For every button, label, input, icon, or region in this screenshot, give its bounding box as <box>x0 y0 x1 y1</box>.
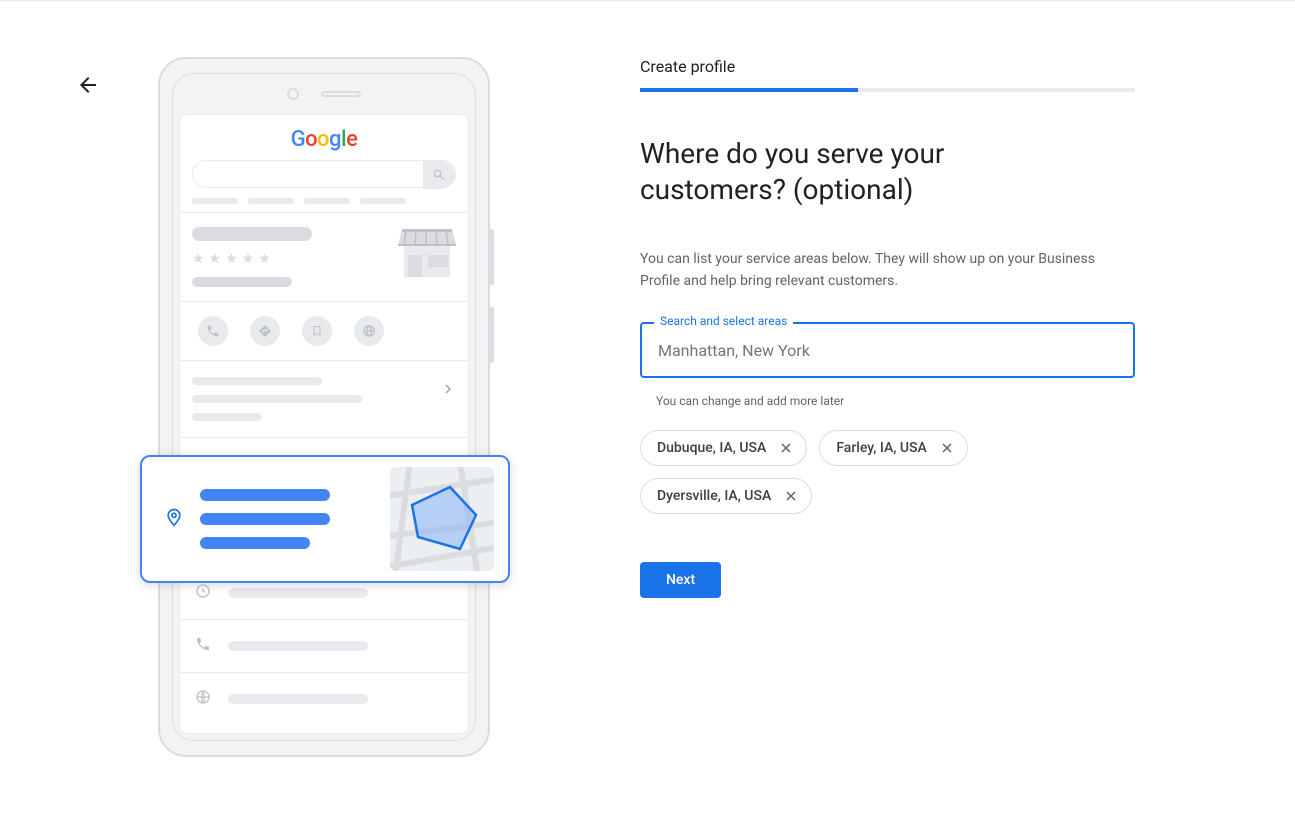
service-area-map-thumbnail <box>390 467 494 571</box>
search-icon <box>423 161 455 189</box>
clock-icon <box>194 583 212 603</box>
back-button[interactable] <box>76 73 100 97</box>
progress-bar <box>640 88 1135 92</box>
remove-chip-icon[interactable] <box>937 438 957 458</box>
service-area-highlight-card <box>140 455 510 583</box>
phone-outline-icon <box>194 636 212 656</box>
mock-search-bar <box>192 160 456 188</box>
service-area-search-input[interactable] <box>640 322 1135 378</box>
chip-label: Dyersville, IA, USA <box>657 488 771 504</box>
area-chip[interactable]: Dyersville, IA, USA <box>640 478 812 514</box>
page-headline: Where do you serve your customers? (opti… <box>640 136 1080 208</box>
next-button[interactable]: Next <box>640 562 721 598</box>
step-title: Create profile <box>640 57 1135 88</box>
selected-areas-chips: Dubuque, IA, USA Farley, IA, USA Dyersvi… <box>640 430 1135 514</box>
globe-icon <box>354 316 384 346</box>
remove-chip-icon[interactable] <box>781 486 801 506</box>
bookmark-icon <box>302 316 332 346</box>
progress-fill <box>640 88 858 92</box>
area-chip[interactable]: Farley, IA, USA <box>819 430 967 466</box>
chip-label: Farley, IA, USA <box>836 440 926 456</box>
phone-mockup: Google <box>158 57 490 757</box>
chip-label: Dubuque, IA, USA <box>657 440 766 456</box>
storefront-icon <box>398 225 456 279</box>
page-subtext: You can list your service areas below. T… <box>640 248 1100 292</box>
search-field-helper: You can change and add more later <box>640 388 1135 408</box>
area-chip[interactable]: Dubuque, IA, USA <box>640 430 807 466</box>
chevron-right-icon <box>440 381 456 401</box>
map-pin-icon <box>164 505 184 533</box>
search-field-label: Search and select areas <box>654 314 793 328</box>
remove-chip-icon[interactable] <box>776 438 796 458</box>
directions-icon <box>250 316 280 346</box>
phone-icon <box>198 316 228 346</box>
globe-outline-icon <box>194 689 212 709</box>
google-logo: Google <box>180 115 468 160</box>
